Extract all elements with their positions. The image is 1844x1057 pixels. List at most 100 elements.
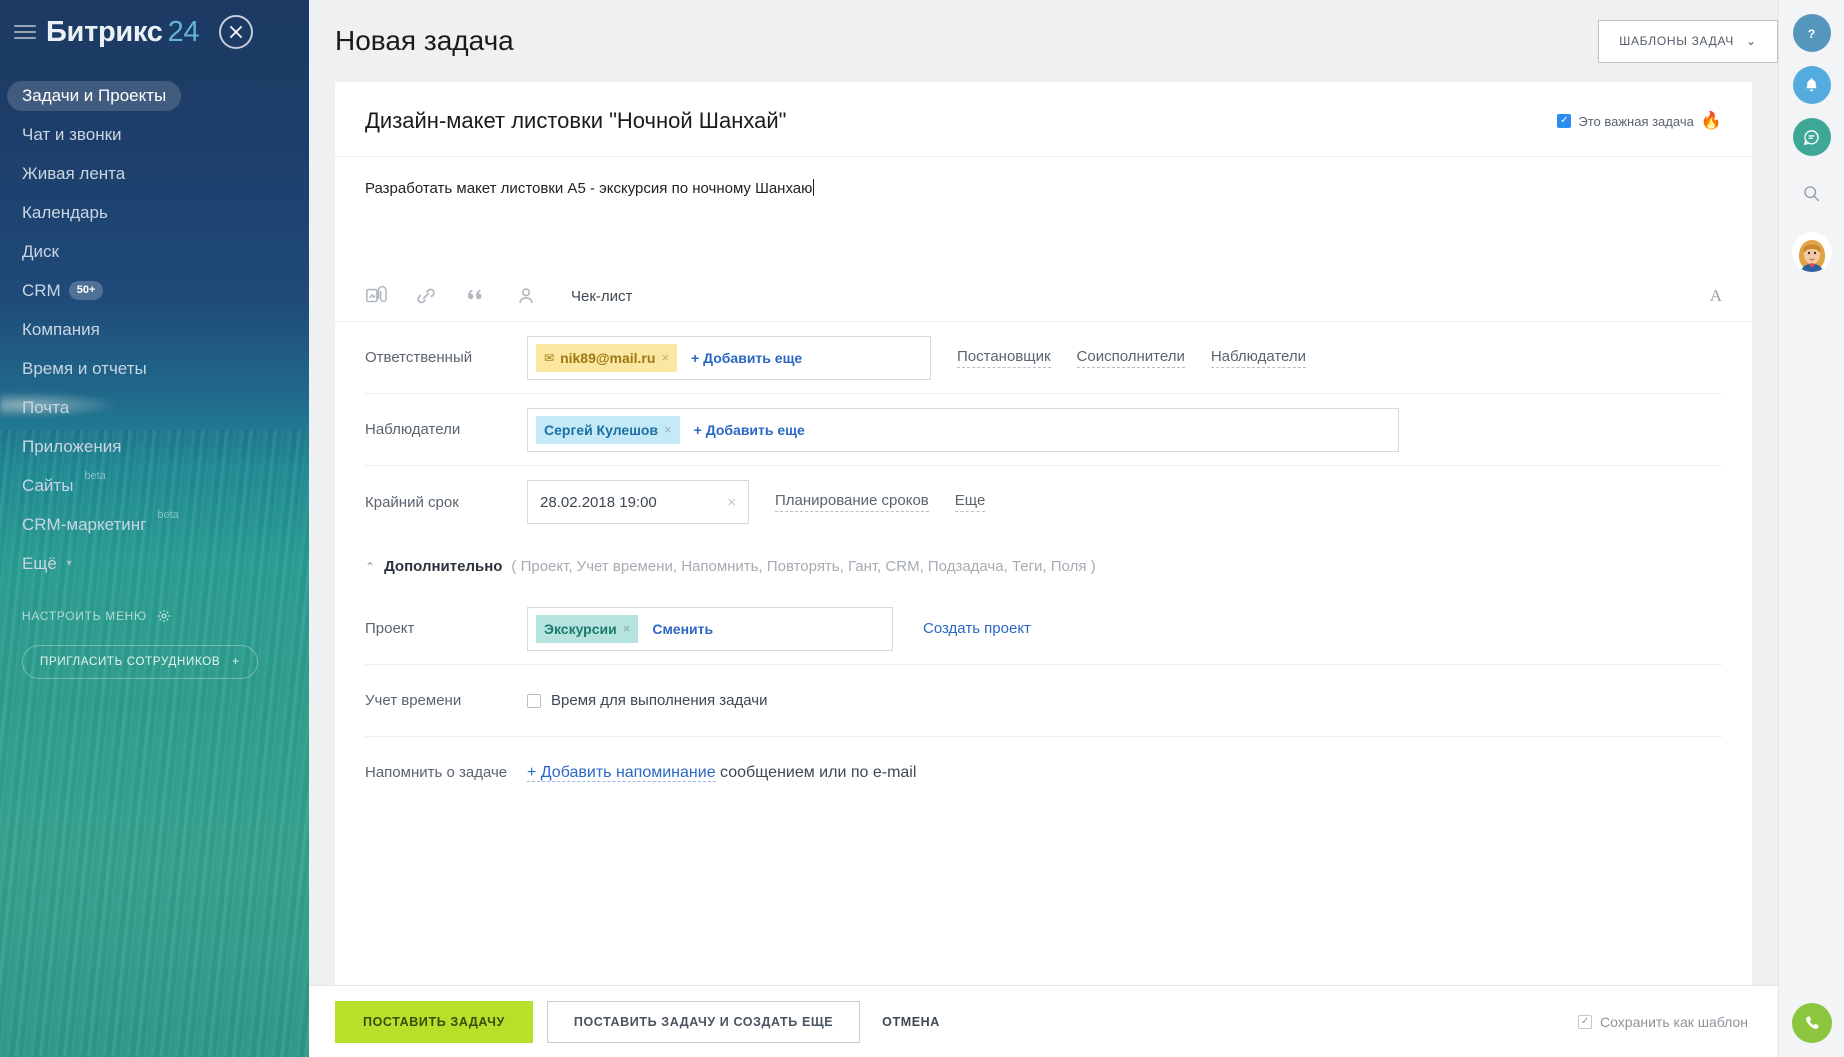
- create-task-button[interactable]: ПОСТАВИТЬ ЗАДАЧУ: [335, 1001, 533, 1043]
- quote-icon[interactable]: [465, 285, 487, 307]
- sidebar-item-drive[interactable]: Диск: [0, 232, 309, 271]
- right-toolbar: ?: [1778, 0, 1844, 1057]
- sidebar-item-company[interactable]: Компания: [0, 310, 309, 349]
- observers-add-more[interactable]: + Добавить еще: [694, 422, 805, 438]
- crm-count-badge: 50+: [69, 281, 104, 299]
- plus-icon: +: [232, 656, 239, 668]
- mention-user-icon[interactable]: [515, 285, 537, 307]
- brand-name: Битрикс: [46, 16, 163, 48]
- add-reminder-link[interactable]: + Добавить напоминание: [527, 764, 716, 782]
- observer-tag-label: Сергей Кулешов: [544, 422, 658, 438]
- remove-tag-icon[interactable]: ×: [664, 422, 672, 437]
- app-root: Битрикс24 Задачи и Проекты Чат и звонки …: [0, 0, 1844, 1057]
- sidebar-item-mail[interactable]: Почта: [0, 388, 309, 427]
- task-description-editor[interactable]: Разработать макет листовки А5 - экскурси…: [335, 157, 1752, 253]
- reminder-label: Напомнить о задаче: [365, 763, 527, 783]
- phone-icon[interactable]: [1792, 1003, 1832, 1043]
- task-form-card: Дизайн-макет листовки "Ночной Шанхай" Эт…: [335, 82, 1752, 985]
- project-change-link[interactable]: Сменить: [652, 621, 713, 637]
- sidebar-item-label: Время и отчеты: [22, 359, 147, 379]
- beta-badge: beta: [84, 470, 105, 482]
- important-task-checkbox[interactable]: [1557, 114, 1571, 128]
- additional-title[interactable]: Дополнительно: [384, 558, 502, 575]
- brand-logo[interactable]: Битрикс24: [46, 16, 199, 49]
- link-creator[interactable]: Постановщик: [957, 348, 1051, 368]
- observer-tag[interactable]: Сергей Кулешов ×: [536, 416, 680, 444]
- page-title: Новая задача: [335, 25, 514, 57]
- hamburger-menu-icon[interactable]: [14, 25, 36, 39]
- attach-file-icon[interactable]: [365, 285, 387, 307]
- project-label: Проект: [365, 620, 527, 637]
- responsible-input[interactable]: ✉ nik89@mail.ru × + Добавить еще: [527, 336, 931, 380]
- sidebar-item-label: Приложения: [22, 437, 121, 457]
- additional-section-header[interactable]: ⌃ Дополнительно ( Проект, Учет времени, …: [335, 538, 1752, 593]
- invite-employees-button[interactable]: ПРИГЛАСИТЬ СОТРУДНИКОВ +: [22, 645, 258, 679]
- main-area: Новая задача ШАБЛОНЫ ЗАДАЧ ⌄ Дизайн-маке…: [309, 0, 1844, 1057]
- sidebar-item-time-reports[interactable]: Время и отчеты: [0, 349, 309, 388]
- sidebar-item-more[interactable]: Ещё ▾: [0, 544, 309, 583]
- responsible-label: Ответственный: [365, 349, 527, 366]
- time-tracking-label: Учет времени: [365, 692, 527, 709]
- task-title-input[interactable]: Дизайн-макет листовки "Ночной Шанхай": [365, 108, 786, 134]
- invite-employees-label: ПРИГЛАСИТЬ СОТРУДНИКОВ: [40, 656, 220, 668]
- cancel-button[interactable]: ОТМЕНА: [882, 1015, 940, 1029]
- sidebar-item-feed[interactable]: Живая лента: [0, 154, 309, 193]
- responsible-tag-label: nik89@mail.ru: [560, 350, 655, 366]
- sidebar-item-tasks[interactable]: Задачи и Проекты: [0, 76, 309, 115]
- form-action-bar: ПОСТАВИТЬ ЗАДАЧУ ПОСТАВИТЬ ЗАДАЧУ И СОЗД…: [309, 985, 1778, 1057]
- link-observers[interactable]: Наблюдатели: [1211, 348, 1306, 368]
- important-task-toggle[interactable]: Это важная задача 🔥: [1557, 111, 1722, 131]
- responsible-add-more[interactable]: + Добавить еще: [691, 350, 802, 366]
- sidebar-item-apps[interactable]: Приложения: [0, 427, 309, 466]
- sidebar-item-chat[interactable]: Чат и звонки: [0, 115, 309, 154]
- create-project-link[interactable]: Создать проект: [923, 620, 1031, 637]
- help-icon[interactable]: ?: [1793, 14, 1831, 52]
- sidebar-item-label: Ещё: [22, 554, 57, 574]
- link-coexecutors[interactable]: Соисполнители: [1077, 348, 1185, 368]
- clear-deadline-icon[interactable]: ×: [727, 494, 736, 511]
- save-as-template-checkbox[interactable]: [1578, 1015, 1592, 1029]
- task-templates-label: ШАБЛОНЫ ЗАДАЧ: [1619, 34, 1734, 48]
- flame-icon: 🔥: [1701, 111, 1722, 131]
- task-templates-button[interactable]: ШАБЛОНЫ ЗАДАЧ ⌄: [1598, 20, 1778, 63]
- sidebar-header: Битрикс24: [0, 0, 309, 64]
- sidebar-item-label: CRM: [22, 281, 61, 301]
- sidebar-item-crm[interactable]: CRM 50+: [0, 271, 309, 310]
- configure-menu-button[interactable]: НАСТРОИТЬ МЕНЮ: [0, 609, 309, 623]
- participant-role-links: Постановщик Соисполнители Наблюдатели: [957, 348, 1306, 368]
- important-task-label: Это важная задача: [1578, 114, 1693, 129]
- editor-toolbar: Чек-лист A: [335, 275, 1752, 322]
- bell-icon[interactable]: [1793, 66, 1831, 104]
- search-icon[interactable]: [1793, 174, 1831, 212]
- insert-link-icon[interactable]: [415, 285, 437, 307]
- create-task-and-new-button[interactable]: ПОСТАВИТЬ ЗАДАЧУ И СОЗДАТЬ ЕЩЕ: [547, 1001, 860, 1043]
- font-format-icon[interactable]: A: [1710, 286, 1722, 306]
- sidebar-item-calendar[interactable]: Календарь: [0, 193, 309, 232]
- checklist-button[interactable]: Чек-лист: [571, 288, 632, 305]
- project-tag[interactable]: Экскурсии ×: [536, 615, 638, 643]
- remove-tag-icon[interactable]: ×: [623, 621, 631, 636]
- svg-text:?: ?: [1808, 26, 1815, 40]
- responsible-tag[interactable]: ✉ nik89@mail.ru ×: [536, 344, 677, 372]
- deadline-label: Крайний срок: [365, 494, 527, 511]
- project-input[interactable]: Экскурсии × Сменить: [527, 607, 893, 651]
- link-schedule-planning[interactable]: Планирование сроков: [775, 492, 929, 512]
- deadline-input[interactable]: 28.02.2018 19:00 ×: [527, 480, 749, 524]
- sidebar-item-crm-marketing[interactable]: CRM-маркетинг beta: [0, 505, 309, 544]
- chevron-up-icon[interactable]: ⌃: [365, 560, 375, 574]
- chevron-down-icon: ▾: [67, 558, 72, 569]
- chat-icon[interactable]: [1793, 118, 1831, 156]
- save-as-template-toggle[interactable]: Сохранить как шаблон: [1578, 1014, 1748, 1030]
- remove-tag-icon[interactable]: ×: [661, 350, 669, 365]
- observers-input[interactable]: Сергей Кулешов × + Добавить еще: [527, 408, 1399, 452]
- sidebar-item-label: Календарь: [22, 203, 108, 223]
- time-tracking-toggle[interactable]: Время для выполнения задачи: [527, 692, 767, 709]
- sidebar-item-sites[interactable]: Сайты beta: [0, 466, 309, 505]
- avatar[interactable]: [1792, 232, 1832, 272]
- link-more[interactable]: Еще: [955, 492, 986, 512]
- form-scroll-region: Дизайн-макет листовки "Ночной Шанхай" Эт…: [309, 82, 1778, 985]
- time-tracking-checkbox[interactable]: [527, 694, 541, 708]
- brand-number: 24: [168, 16, 200, 48]
- close-icon[interactable]: [219, 15, 253, 49]
- additional-subitems: ( Проект, Учет времени, Напомнить, Повто…: [511, 558, 1095, 575]
